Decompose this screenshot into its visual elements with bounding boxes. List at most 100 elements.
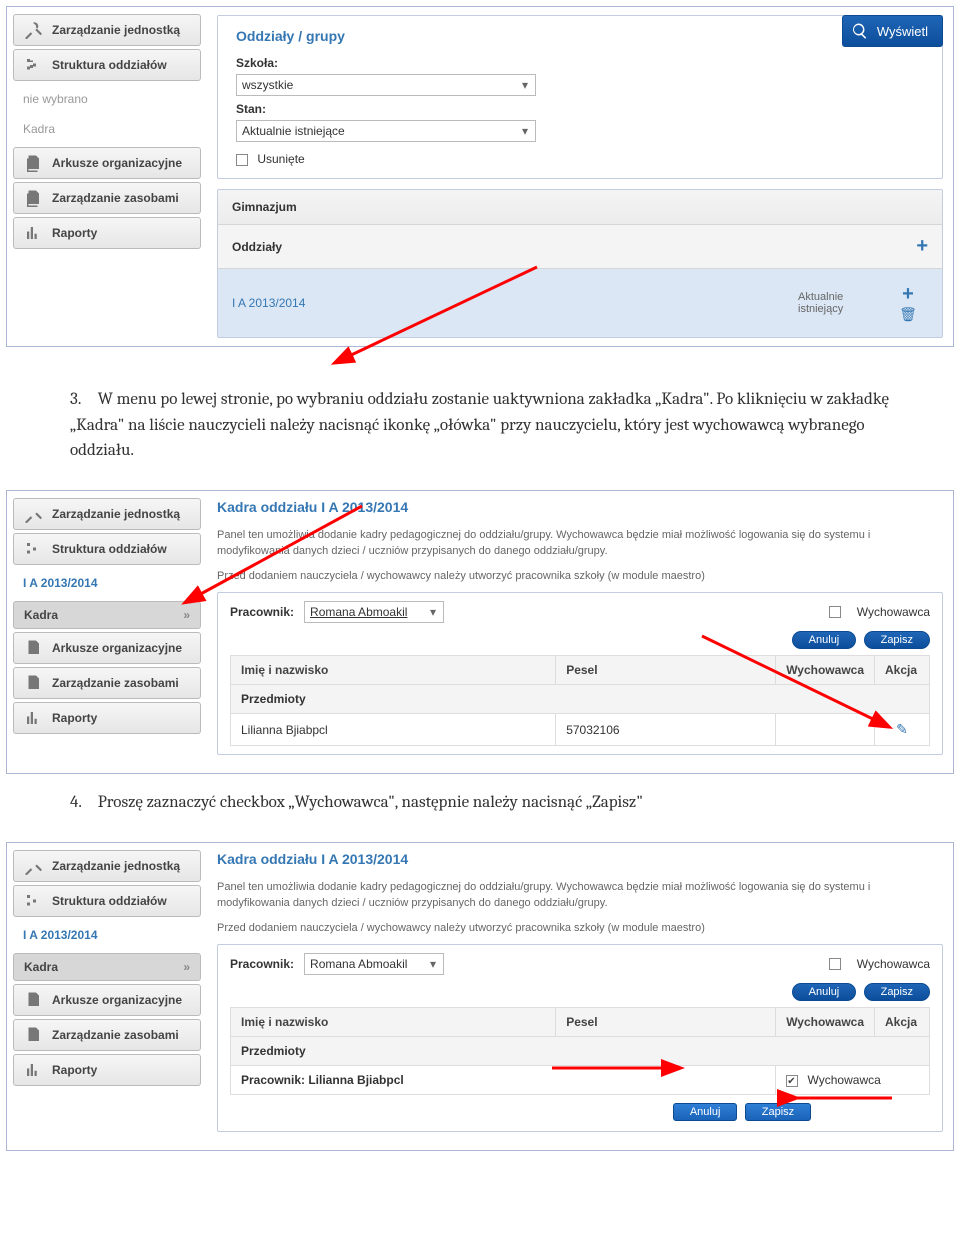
nav-structure-2[interactable]: Struktura oddziałów [13,533,201,565]
annotation-arrow-2b [697,631,897,731]
class-row[interactable]: I A 2013/2014 Aktualnieistniejący + 🗑 [218,269,942,337]
save-button-3a[interactable]: Zapisz [864,983,930,1001]
nav-resources[interactable]: Zarządzanie zasobami [13,182,201,214]
nav-reports-2[interactable]: Raporty [13,702,201,734]
row-add-icon[interactable]: + [888,283,928,306]
teacher-worker-row: Pracownik: Lilianna Bjiabpcl [231,1066,776,1095]
nav-reports-3[interactable]: Raporty [13,1054,201,1086]
screenshot-3: Zarządzanie jednostką Struktura oddziałó… [6,842,954,1152]
step-4-text: Proszę zaznaczyć checkbox „Wychowawca", … [98,793,643,812]
cancel-button-3b[interactable]: Anuluj [673,1103,738,1121]
worker-select-3[interactable]: Romana Abmoakil [304,953,444,975]
resources-icon [24,189,42,207]
kadra-title-3: Kadra oddziału I A 2013/2014 [217,851,943,867]
nav-unit[interactable]: Zarządzanie jednostką [13,14,201,46]
annotation-arrow-1 [337,262,547,372]
wych-label-3a: Wychowawca [857,957,930,971]
step-3-text: W menu po lewej stronie, po wybraniu odd… [70,390,889,460]
tools-icon [24,857,42,875]
sheets-icon [24,154,42,172]
nav-sheets-3[interactable]: Arkusze organizacyjne [13,984,201,1016]
nav-unit-label: Zarządzanie jednostką [52,23,180,37]
deleted-label: Usunięte [257,152,304,166]
wych-label-2: Wychowawca [857,605,930,619]
oddzialy-table: Gimnazjum Oddziały + I A 2013/2014 Aktua… [217,189,943,338]
worker-label: Pracownik: [230,605,294,619]
nav-reports[interactable]: Raporty [13,217,201,249]
filter-title: Oddziały / grupy [236,28,924,44]
resources-icon [24,1026,42,1044]
col-pesel-3: Pesel [556,1008,776,1037]
wych-checkbox-3b[interactable] [786,1075,798,1087]
pencil-icon[interactable]: ✎ [896,721,908,737]
kadra-desc1-3: Panel ten umożliwia dodanie kadry pedago… [217,879,943,912]
screenshot-2: Zarządzanie jednostką Struktura oddziałó… [6,490,954,775]
kadra-desc2-3: Przed dodaniem nauczyciela / wychowawcy … [217,920,943,937]
nav-kadra-active[interactable]: Kadra » [13,601,201,629]
teacher-name: Lilianna Bjiabpcl [231,714,556,746]
annotation-arrow-3a [547,1061,677,1075]
col-name: Imię i nazwisko [231,656,556,685]
nav-none-selected: nie wybrano [13,84,201,114]
tree-icon [24,892,42,910]
table-header: Gimnazjum [218,190,942,225]
sidebar-2: Zarządzanie jednostką Struktura oddziałó… [7,491,207,774]
deleted-checkbox[interactable] [236,154,248,166]
annotation-arrow-2a [187,501,377,606]
chevron-icon: » [183,960,190,974]
bar-chart-icon [24,709,42,727]
wych-checkbox-2[interactable] [829,606,841,618]
resources-icon [24,674,42,692]
col-action-3: Akcja [875,1008,930,1037]
tools-icon [24,21,42,39]
class-status: Aktualnieistniejący [798,291,888,315]
tree-icon [24,56,42,74]
trash-icon[interactable]: 🗑 [888,306,928,323]
save-button-3b[interactable]: Zapisz [745,1103,811,1121]
nav-sheets-2[interactable]: Arkusze organizacyjne [13,632,201,664]
nav-unit-2[interactable]: Zarządzanie jednostką [13,498,201,530]
nav-structure-3[interactable]: Struktura oddziałów [13,885,201,917]
sheets-icon [24,991,42,1009]
step-3: 3. W menu po lewej stronie, po wybraniu … [0,377,960,484]
teacher-table-3: Imię i nazwisko Pesel Wychowawca Akcja P… [230,1007,930,1095]
search-icon [851,22,869,40]
show-button[interactable]: Wyświetl [842,15,943,47]
step-4-num: 4. [70,790,94,816]
bar-chart-icon [24,224,42,242]
nav-resources-2[interactable]: Zarządzanie zasobami [13,667,201,699]
tools-icon [24,505,42,523]
wych-label-3b: Wychowawca [808,1073,881,1087]
table-subheader: Oddziały + [218,225,942,269]
worker-label-3: Pracownik: [230,957,294,971]
show-label: Wyświetl [877,24,928,39]
nav-unit-3[interactable]: Zarządzanie jednostką [13,850,201,882]
nav-selected-class[interactable]: I A 2013/2014 [13,568,201,598]
annotation-arrow-3b [767,1091,897,1105]
nav-sheets-label: Arkusze organizacyjne [52,156,182,170]
nav-structure[interactable]: Struktura oddziałów [13,49,201,81]
nav-resources-3[interactable]: Zarządzanie zasobami [13,1019,201,1051]
step-3-num: 3. [70,387,94,413]
nav-selected-class-3[interactable]: I A 2013/2014 [13,920,201,950]
sidebar-3: Zarządzanie jednostką Struktura oddziałó… [7,843,207,1151]
bar-chart-icon [24,1061,42,1079]
add-icon[interactable]: + [916,235,928,258]
nav-reports-label: Raporty [52,226,97,240]
sidebar: Zarządzanie jednostką Struktura oddziałó… [7,7,207,346]
wych-checkbox-3a[interactable] [829,958,841,970]
screenshot-1: Zarządzanie jednostką Struktura oddziałó… [6,6,954,347]
school-label: Szkoła: [236,56,924,70]
nav-kadra-3[interactable]: Kadra » [13,953,201,981]
school-select[interactable]: wszystkie [236,74,536,96]
chevron-icon: » [183,608,190,622]
nav-sheets[interactable]: Arkusze organizacyjne [13,147,201,179]
cancel-button-3a[interactable]: Anuluj [792,983,857,1001]
state-select[interactable]: Aktualnie istniejące [236,120,536,142]
state-label: Stan: [236,102,924,116]
step-4: 4. Proszę zaznaczyć checkbox „Wychowawca… [0,780,960,836]
col-wych-3: Wychowawca [776,1008,875,1037]
main-panel-1: Wyświetl Oddziały / grupy Szkoła: wszyst… [207,7,953,346]
row-actions: + 🗑 [888,283,928,323]
col-name-3: Imię i nazwisko [231,1008,556,1037]
